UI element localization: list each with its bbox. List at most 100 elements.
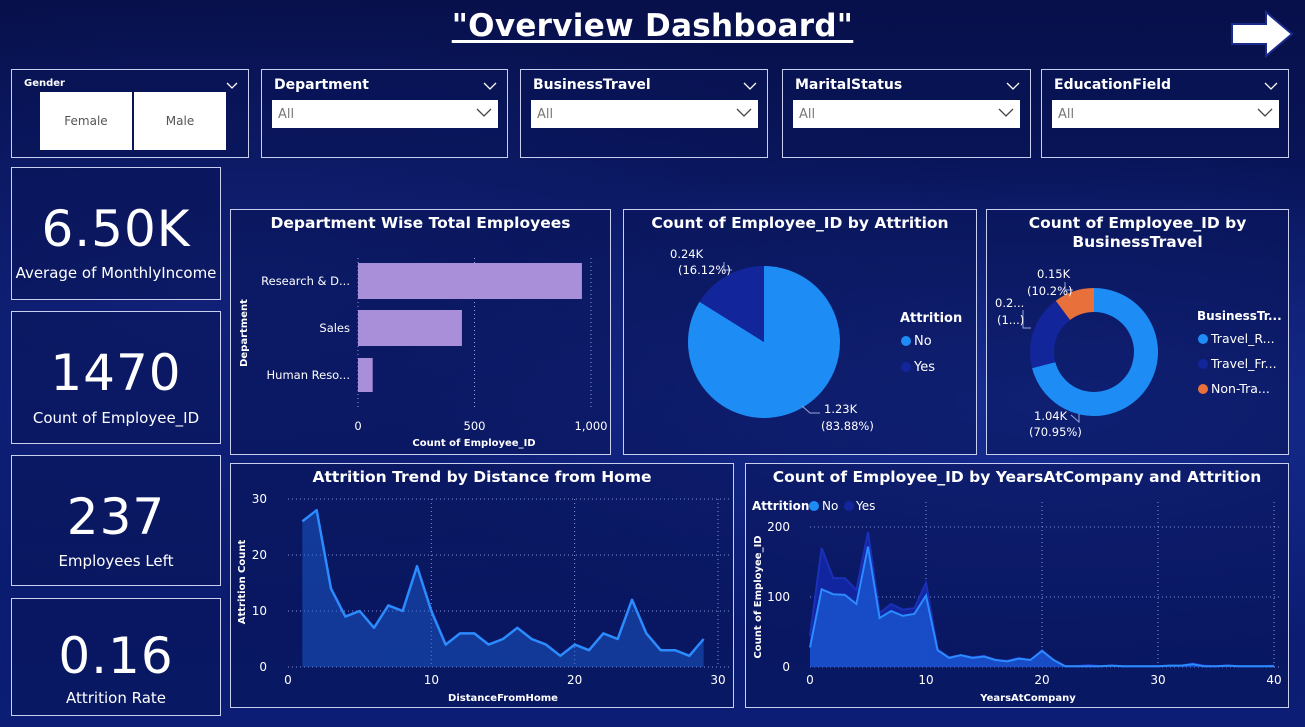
gender-slicer: Gender Female Male <box>11 69 249 158</box>
legend-label: Yes <box>855 499 875 513</box>
x-tick-label: 1,000 <box>575 419 608 433</box>
category-label: Research & D... <box>261 274 350 288</box>
data-label: 1.23K <box>824 402 858 416</box>
marital-status-slicer: MaritalStatus All <box>782 69 1031 158</box>
y-tick-label: 10 <box>252 604 267 618</box>
x-tick-label: 0 <box>284 673 292 687</box>
pie-chart-plot: 1.23K (83.88%) 0.24K (16.12%) Attrition No Yes <box>670 247 962 433</box>
kpi-value: 0.16 <box>58 627 174 685</box>
y-tick-label: 0 <box>259 660 267 674</box>
right-arrow-icon[interactable] <box>1230 9 1294 62</box>
bar-chart-plot: Research & D... Sales Human Reso... 0 500 1,0… <box>239 258 608 449</box>
legend-label: Non-Tra... <box>1211 381 1270 396</box>
distance-attrition-area-chart: Attrition Trend by Distance from Home 01… <box>230 463 734 708</box>
x-tick-label: 0 <box>806 673 814 687</box>
x-axis-label: DistanceFromHome <box>448 693 558 704</box>
education-field-dropdown[interactable]: All <box>1052 100 1279 128</box>
kpi-card-employee-count: 1470 Count of Employee_ID <box>11 311 221 444</box>
department-dropdown[interactable]: All <box>272 100 498 128</box>
business-travel-slicer: BusinessTravel All <box>520 69 768 158</box>
kpi-card-employees-left: 237 Employees Left <box>11 455 221 586</box>
gender-option-female[interactable]: Female <box>40 92 132 150</box>
y-tick-label: 20 <box>252 548 267 562</box>
gender-option-male[interactable]: Male <box>134 92 226 150</box>
chevron-down-icon <box>736 107 752 122</box>
data-label: (1...) <box>997 313 1024 327</box>
marital-status-dropdown-value: All <box>799 107 816 122</box>
y-tick-label: 30 <box>252 492 267 506</box>
kpi-value: 237 <box>66 488 166 546</box>
business-travel-dropdown[interactable]: All <box>531 100 758 128</box>
data-label: (83.88%) <box>821 419 874 433</box>
legend-marker <box>844 501 854 511</box>
x-tick-label: 500 <box>464 419 486 433</box>
years-area-plot: 0 100 200 0 10 20 30 40 YearsAtCompany Count of E… <box>752 499 1282 704</box>
kpi-label: Count of Employee_ID <box>32 409 200 427</box>
x-tick-label: 20 <box>567 673 582 687</box>
department-dropdown-value: All <box>278 107 295 122</box>
legend-label: Yes <box>913 360 935 375</box>
department-slicer: Department All <box>261 69 508 158</box>
x-tick-label: 20 <box>1034 673 1049 687</box>
chevron-down-icon <box>476 107 492 122</box>
department-bar-chart: Department Wise Total Employees Research… <box>230 209 611 455</box>
kpi-card-attrition-rate: 0.16 Attrition Rate <box>11 598 221 716</box>
bar-2 <box>358 358 373 392</box>
legend-marker <box>1198 334 1208 344</box>
chevron-down-icon[interactable] <box>226 75 238 94</box>
kpi-label: Employees Left <box>58 552 174 570</box>
department-slicer-label: Department <box>274 77 369 93</box>
kpi-card-monthly-income: 6.50K Average of MonthlyIncome <box>11 167 221 300</box>
x-tick-label: 10 <box>918 673 933 687</box>
bar-1 <box>358 310 462 346</box>
y-tick-label: 200 <box>767 520 790 534</box>
legend-title: BusinessTr... <box>1197 309 1282 323</box>
legend-marker <box>901 362 911 372</box>
business-travel-slicer-label: BusinessTravel <box>533 77 651 93</box>
data-label: (70.95%) <box>1029 425 1082 439</box>
chevron-down-icon[interactable] <box>483 76 497 95</box>
area-fill <box>302 510 704 667</box>
data-label: 0.24K <box>670 247 704 261</box>
education-field-slicer: EducationField All <box>1041 69 1289 158</box>
kpi-value: 6.50K <box>41 200 191 258</box>
distance-area-plot: 0 10 20 30 0 10 20 30 DistanceFromHome Attrition … <box>237 492 731 704</box>
category-label: Human Reso... <box>267 368 350 382</box>
donut-chart-plot: 1.04K (70.95%) 0.2... (1...) 0.15K (10.2%) Bus… <box>995 267 1282 439</box>
y-tick-label: 0 <box>782 660 790 674</box>
legend-marker <box>901 336 911 346</box>
leader-line <box>801 405 820 414</box>
data-label: 1.04K <box>1034 409 1068 423</box>
legend-marker <box>1198 359 1208 369</box>
gender-slicer-label: Gender <box>24 78 65 89</box>
attrition-pie-chart: Count of Employee_ID by Attrition 1.23K(… <box>623 209 977 455</box>
business-travel-donut-chart: Count of Employee_ID by BusinessTravel 1… <box>986 209 1289 455</box>
years-attrition-area-chart: Count of Employee_ID by YearsAtCompany a… <box>745 463 1289 708</box>
y-tick-label: 100 <box>767 590 790 604</box>
chevron-down-icon <box>1257 107 1273 122</box>
business-travel-dropdown-value: All <box>537 107 554 122</box>
kpi-label: Attrition Rate <box>66 689 166 707</box>
education-field-dropdown-value: All <box>1058 107 1075 122</box>
marital-status-slicer-label: MaritalStatus <box>795 77 903 93</box>
data-label: (16.12%) <box>678 263 731 277</box>
chevron-down-icon[interactable] <box>743 76 757 95</box>
marital-status-dropdown[interactable]: All <box>793 100 1020 128</box>
bar-0 <box>358 263 582 299</box>
chevron-down-icon <box>998 107 1014 122</box>
data-label: 0.2... <box>995 296 1024 310</box>
y-axis-label: Count of Employee_ID <box>753 535 764 658</box>
kpi-value: 1470 <box>50 344 182 402</box>
chevron-down-icon[interactable] <box>1264 76 1278 95</box>
education-field-slicer-label: EducationField <box>1054 77 1172 93</box>
x-tick-label: 30 <box>710 673 725 687</box>
data-label: (10.2%) <box>1027 284 1073 298</box>
legend-label: No <box>914 334 932 349</box>
x-axis-label: Count of Employee_ID <box>412 438 535 449</box>
legend-label: No <box>822 499 838 513</box>
chevron-down-icon[interactable] <box>1006 76 1020 95</box>
legend-label: Travel_Fr... <box>1210 356 1277 371</box>
x-axis-label: YearsAtCompany <box>979 693 1076 704</box>
leader-line <box>1070 414 1080 424</box>
x-tick-label: 0 <box>354 419 361 433</box>
